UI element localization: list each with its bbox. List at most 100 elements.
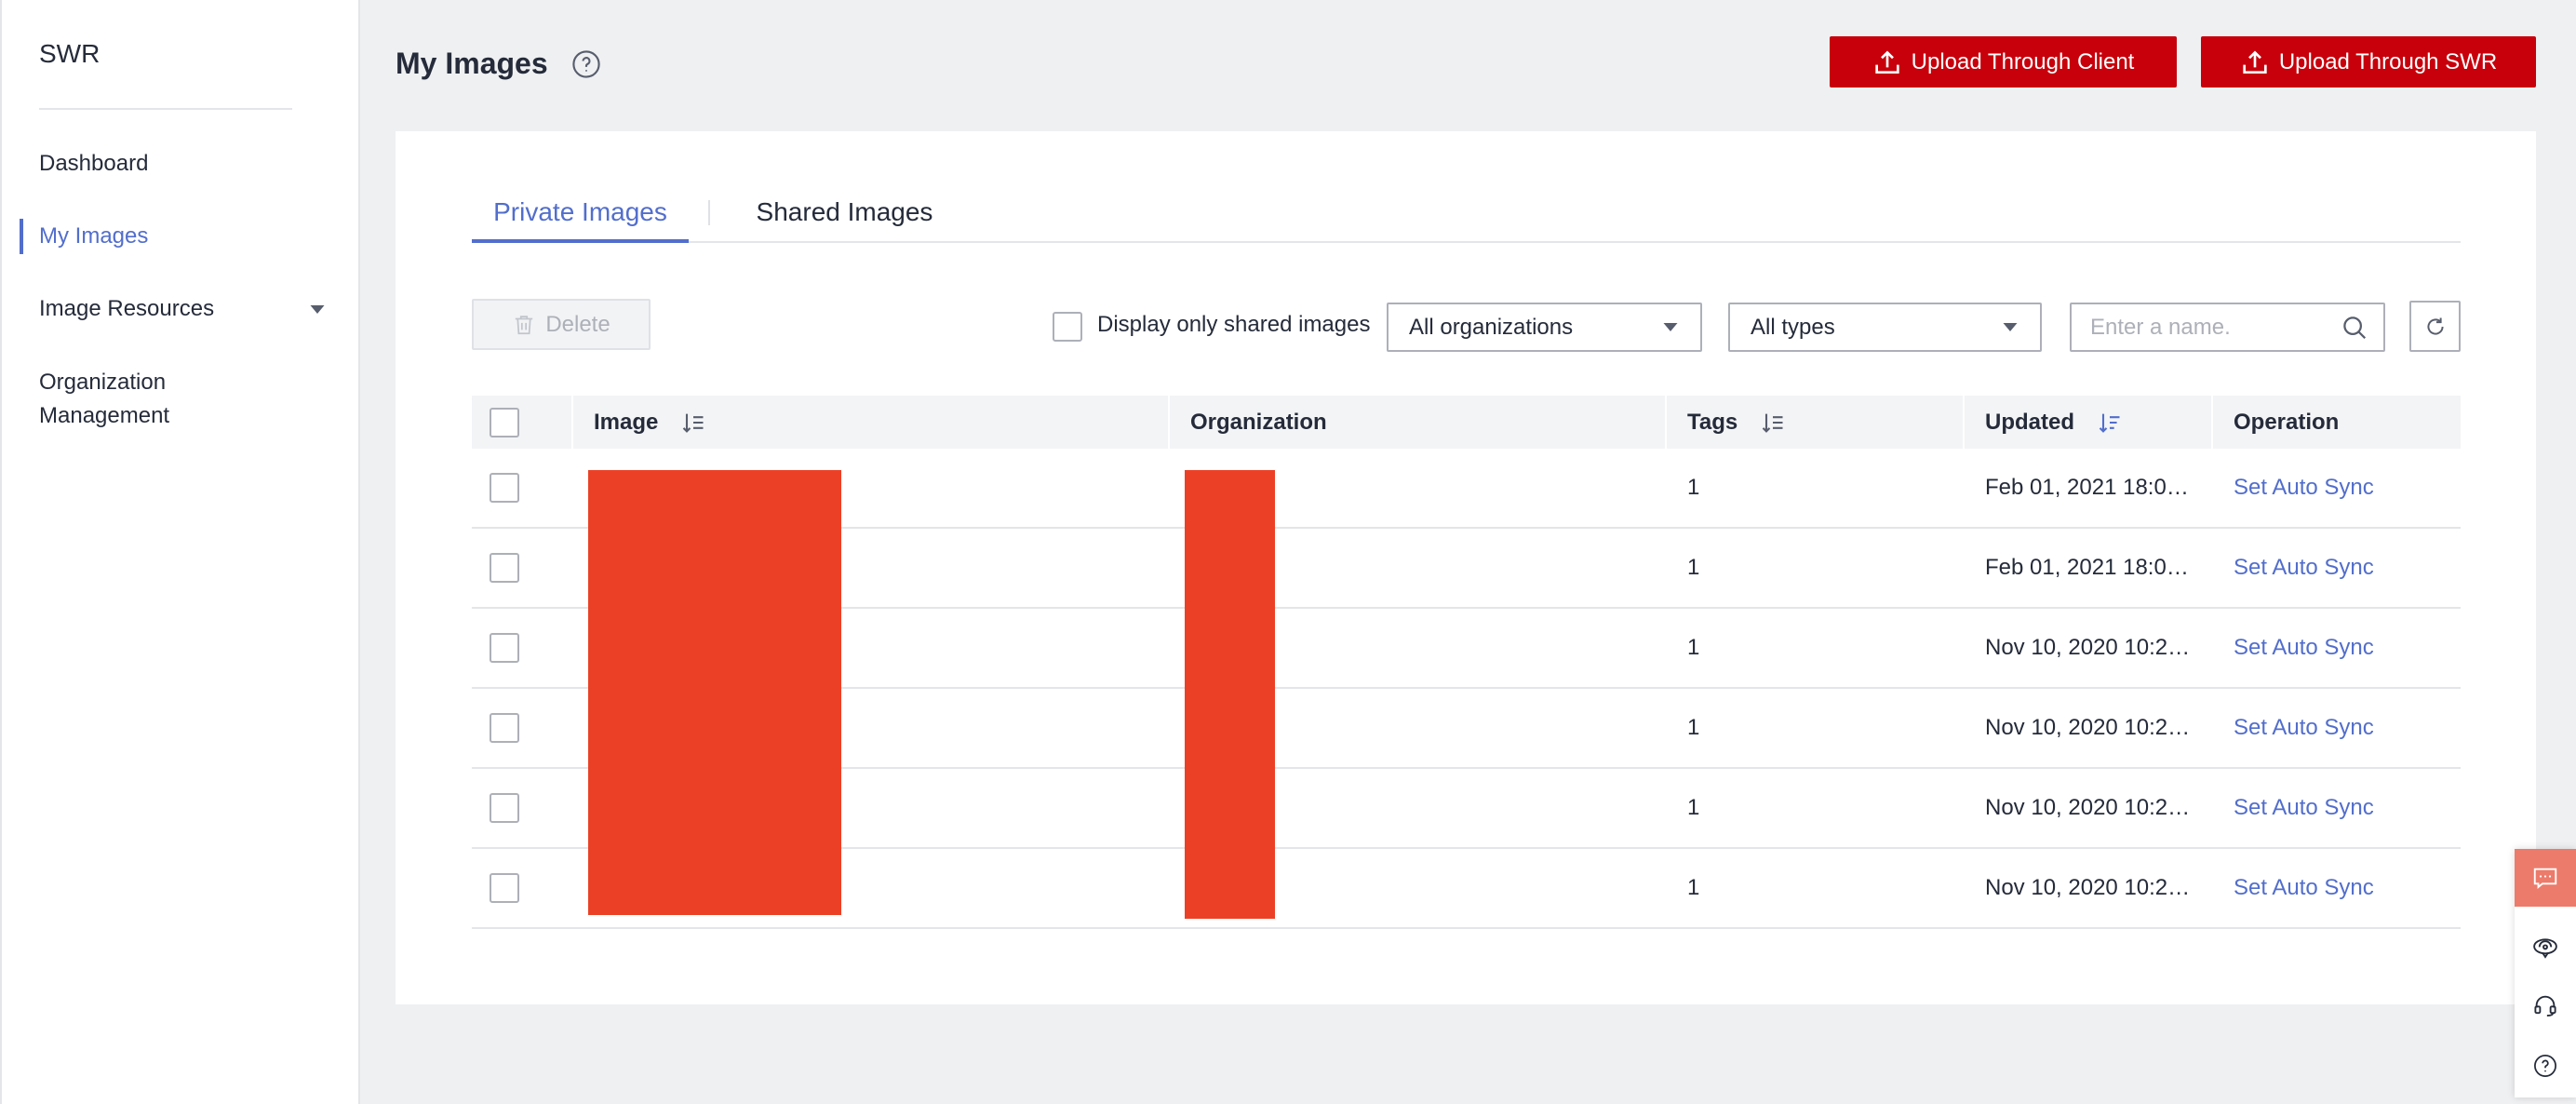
updated-cell: Feb 01, 2021 18:0…: [1965, 449, 2213, 527]
row-checkbox[interactable]: [490, 473, 519, 503]
operation-cell: Set Auto Sync: [2213, 449, 2461, 527]
column-label: Operation: [2234, 409, 2340, 435]
column-label: Tags: [1687, 409, 1738, 435]
row-checkbox[interactable]: [490, 793, 519, 823]
upload-icon: [1874, 49, 1899, 74]
operation-cell: Set Auto Sync: [2213, 769, 2461, 847]
row-checkbox[interactable]: [490, 713, 519, 743]
select-all-cell: [472, 396, 573, 449]
row-checkbox[interactable]: [490, 553, 519, 583]
tags-count: 1: [1687, 635, 1700, 660]
operation-cell: Set Auto Sync: [2213, 849, 2461, 927]
updated-time: Nov 10, 2020 10:2…: [1985, 715, 2191, 740]
tags-cell: 1: [1667, 769, 1965, 847]
sidebar-item-label: Dashboard: [39, 151, 149, 176]
tags-cell: 1: [1667, 529, 1965, 607]
sort-icon[interactable]: [1760, 410, 1786, 436]
help-circle-icon[interactable]: [571, 49, 601, 79]
delete-button[interactable]: Delete: [472, 299, 651, 350]
upload-through-swr-button[interactable]: Upload Through SWR: [2201, 36, 2536, 88]
sidebar: SWR Dashboard My Images Image Resources …: [0, 0, 360, 1104]
tab-separator: [708, 200, 710, 225]
row-checkbox[interactable]: [490, 633, 519, 663]
chevron-down-icon: [2003, 323, 2018, 331]
sort-icon[interactable]: [680, 410, 706, 436]
chat-button[interactable]: [2515, 849, 2576, 907]
sidebar-item-organization-management[interactable]: Organization Management: [2, 366, 358, 433]
column-label: Updated: [1985, 409, 2074, 435]
service-title: SWR: [39, 39, 101, 68]
column-header-updated: Updated: [1965, 396, 2213, 449]
refresh-icon: [2426, 316, 2444, 334]
shared-only-label[interactable]: Display only shared images: [1097, 308, 1370, 342]
sort-descending-icon[interactable]: [2097, 410, 2123, 436]
upload-through-client-label: Upload Through Client: [1911, 48, 2135, 74]
upload-through-swr-label: Upload Through SWR: [2278, 48, 2498, 74]
tags-cell: 1: [1667, 609, 1965, 687]
updated-time: Nov 10, 2020 10:2…: [1985, 795, 2191, 820]
tab-private-images[interactable]: Private Images: [472, 195, 689, 243]
row-checkbox[interactable]: [490, 873, 519, 903]
column-header-image: Image: [573, 396, 1170, 449]
help-button[interactable]: [2515, 1047, 2576, 1084]
search-icon[interactable]: [2341, 314, 2368, 342]
updated-time: Nov 10, 2020 10:2…: [1985, 635, 2191, 660]
set-auto-sync-link[interactable]: Set Auto Sync: [2234, 715, 2374, 741]
operation-cell: Set Auto Sync: [2213, 689, 2461, 767]
set-auto-sync-link[interactable]: Set Auto Sync: [2234, 555, 2374, 581]
tags-count: 1: [1687, 555, 1700, 580]
organization-filter-value: All organizations: [1409, 314, 1574, 340]
upload-through-client-button[interactable]: Upload Through Client: [1830, 36, 2177, 88]
trash-icon: [516, 315, 533, 334]
column-header-tags: Tags: [1667, 396, 1965, 449]
chat-icon: [2533, 868, 2557, 890]
updated-cell: Nov 10, 2020 10:2…: [1965, 689, 2213, 767]
tags-cell: 1: [1667, 449, 1965, 527]
table-header: Image Organization Tags Updated Operatio…: [472, 396, 2461, 449]
redaction-block-organizations: [1185, 470, 1275, 919]
refresh-button[interactable]: [2409, 301, 2461, 352]
delete-label: Delete: [545, 311, 610, 337]
row-select-cell: [472, 689, 573, 767]
updated-cell: Nov 10, 2020 10:2…: [1965, 609, 2213, 687]
tags-count: 1: [1687, 795, 1700, 820]
search-input[interactable]: [2090, 311, 2323, 344]
set-auto-sync-link[interactable]: Set Auto Sync: [2234, 635, 2374, 661]
column-header-operation: Operation: [2213, 396, 2461, 449]
set-auto-sync-link[interactable]: Set Auto Sync: [2234, 875, 2374, 901]
customer-service-button[interactable]: [2515, 987, 2576, 1024]
column-header-organization: Organization: [1170, 396, 1667, 449]
organization-filter-select[interactable]: All organizations: [1387, 303, 1702, 352]
floating-toolbar: [2515, 849, 2576, 1097]
caret-down-icon[interactable]: [310, 305, 325, 314]
column-label: Image: [594, 409, 659, 435]
shared-only-checkbox[interactable]: [1053, 312, 1082, 342]
updated-cell: Nov 10, 2020 10:2…: [1965, 849, 2213, 927]
sidebar-item-label: My Images: [39, 223, 149, 249]
row-select-cell: [472, 609, 573, 687]
type-filter-value: All types: [1751, 314, 1835, 340]
sidebar-item-image-resources[interactable]: Image Resources: [2, 292, 358, 326]
column-label: Organization: [1190, 409, 1327, 435]
type-filter-select[interactable]: All types: [1728, 303, 2042, 352]
updated-time: Feb 01, 2021 18:0…: [1985, 475, 2189, 500]
select-all-checkbox[interactable]: [490, 407, 519, 438]
row-select-cell: [472, 849, 573, 927]
sidebar-item-label: Organization Management: [39, 370, 170, 428]
sidebar-divider: [39, 108, 292, 110]
feedback-button[interactable]: [2515, 929, 2576, 966]
tab-shared-images[interactable]: Shared Images: [734, 195, 955, 243]
active-indicator: [20, 219, 23, 254]
updated-time: Nov 10, 2020 10:2…: [1985, 875, 2191, 900]
set-auto-sync-link[interactable]: Set Auto Sync: [2234, 795, 2374, 821]
tags-cell: 1: [1667, 849, 1965, 927]
tags-count: 1: [1687, 875, 1700, 900]
sidebar-item-dashboard[interactable]: Dashboard: [2, 147, 358, 181]
operation-cell: Set Auto Sync: [2213, 529, 2461, 607]
redaction-block-image-names: [588, 470, 841, 915]
set-auto-sync-link[interactable]: Set Auto Sync: [2234, 475, 2374, 501]
sidebar-item-my-images[interactable]: My Images: [2, 219, 358, 254]
updated-cell: Feb 01, 2021 18:0…: [1965, 529, 2213, 607]
sidebar-item-label: Image Resources: [39, 296, 215, 321]
row-select-cell: [472, 449, 573, 527]
